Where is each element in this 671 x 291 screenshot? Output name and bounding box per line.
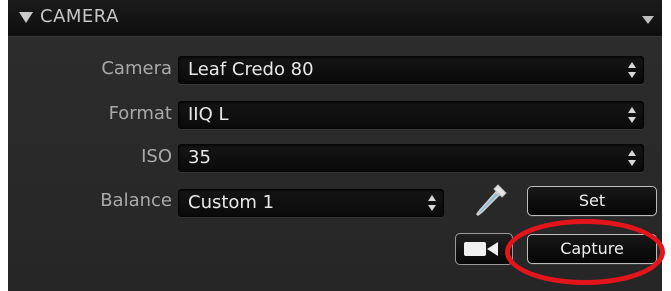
iso-select[interactable]: 35 bbox=[178, 144, 644, 172]
video-camera-icon bbox=[464, 240, 504, 262]
panel-menu-icon[interactable] bbox=[642, 16, 654, 24]
camera-label: Camera bbox=[101, 58, 172, 79]
format-label: Format bbox=[108, 103, 172, 124]
camera-value: Leaf Credo 80 bbox=[188, 59, 314, 80]
format-stepper-icon[interactable] bbox=[627, 106, 637, 124]
panel-header[interactable]: CAMERA bbox=[8, 0, 662, 37]
format-value: IIQ L bbox=[188, 104, 229, 125]
balance-select[interactable]: Custom 1 bbox=[178, 189, 444, 217]
balance-value: Custom 1 bbox=[188, 192, 275, 213]
camera-select[interactable]: Leaf Credo 80 bbox=[178, 56, 644, 84]
annotation-highlight-ring bbox=[505, 219, 665, 285]
balance-label: Balance bbox=[100, 190, 172, 211]
collapse-triangle-icon[interactable] bbox=[19, 12, 33, 23]
balance-stepper-icon[interactable] bbox=[427, 194, 437, 212]
iso-value: 35 bbox=[188, 147, 211, 168]
set-button[interactable]: Set bbox=[527, 186, 657, 216]
format-select[interactable]: IIQ L bbox=[178, 101, 644, 129]
panel-title: CAMERA bbox=[40, 6, 119, 27]
iso-label: ISO bbox=[141, 146, 172, 167]
eyedropper-icon[interactable] bbox=[472, 181, 510, 221]
camera-stepper-icon[interactable] bbox=[627, 61, 637, 79]
iso-stepper-icon[interactable] bbox=[627, 149, 637, 167]
